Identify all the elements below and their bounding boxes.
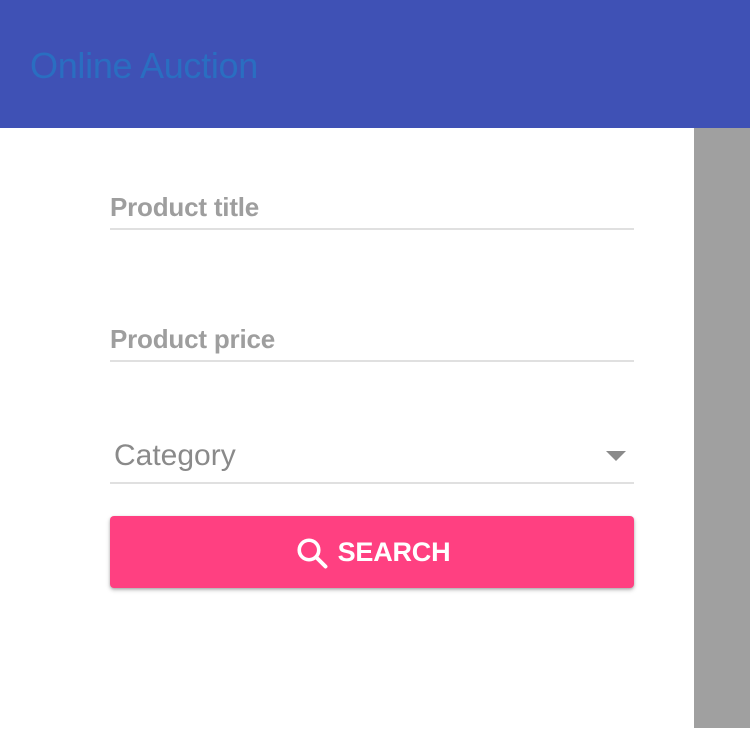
product-price-field[interactable]: Product price <box>110 320 634 362</box>
category-select[interactable]: Category <box>110 434 634 484</box>
product-price-label: Product price <box>110 324 275 354</box>
search-icon <box>297 538 328 569</box>
app-title: Online Auction <box>30 45 258 86</box>
product-title-label: Product title <box>110 192 260 222</box>
app-bar: Online Auction <box>0 0 750 128</box>
search-button-label: SEARCH <box>337 536 451 567</box>
category-select-value: Category <box>114 439 236 472</box>
caret-down-icon <box>606 451 626 461</box>
search-button[interactable]: SEARCH <box>110 516 634 588</box>
side-panel <box>694 128 750 728</box>
product-title-field[interactable]: Product title <box>110 188 634 230</box>
